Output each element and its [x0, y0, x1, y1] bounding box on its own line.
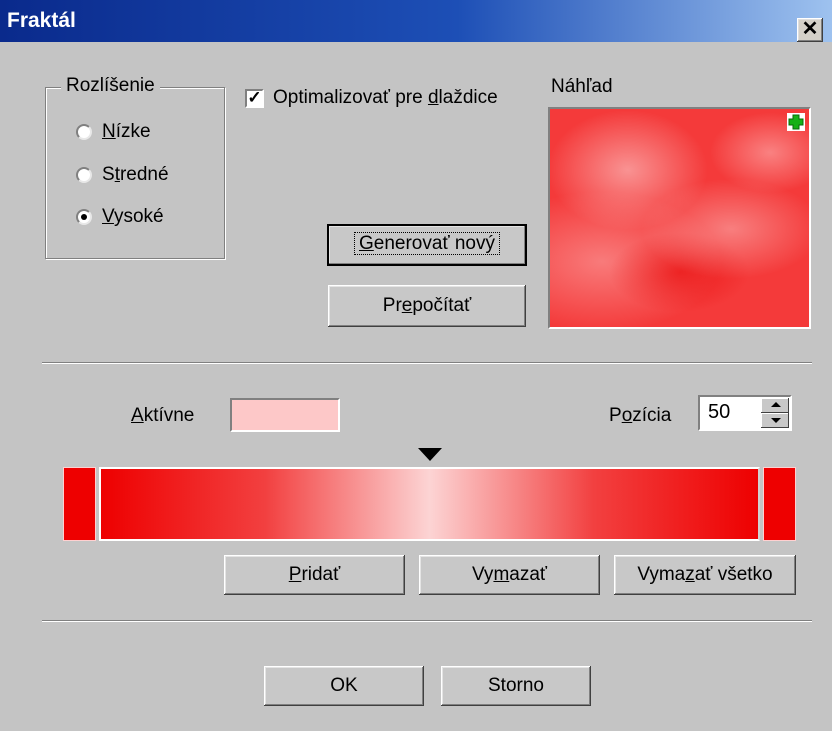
- optimize-tiles-checkbox[interactable]: ✓: [245, 89, 264, 108]
- dialog-title: Fraktál: [7, 9, 76, 32]
- add-label: Pridať: [288, 564, 341, 585]
- radio-high-label: Vysoké: [102, 206, 164, 227]
- gradient-marker-icon[interactable]: [417, 448, 442, 461]
- optimize-tiles-label[interactable]: Optimalizovať pre dlaždice: [273, 87, 498, 109]
- radio-medium-indicator[interactable]: [76, 167, 92, 183]
- gradient-bar[interactable]: [99, 467, 760, 541]
- radio-low-label: Nízke: [102, 121, 151, 142]
- radio-low-indicator[interactable]: [76, 124, 92, 140]
- position-spinbox[interactable]: 50: [698, 395, 792, 431]
- title-bar[interactable]: Fraktál ✕: [0, 0, 832, 42]
- separator-bottom: [42, 620, 812, 622]
- fractal-dialog: Fraktál ✕ Rozlíšenie Nízke Stredné Vysok…: [0, 0, 832, 731]
- radio-medium[interactable]: Stredné: [76, 164, 169, 186]
- delete-all-button[interactable]: Vymazať všetko: [614, 555, 796, 595]
- close-icon: ✕: [801, 18, 819, 40]
- active-label: Aktívne: [131, 405, 195, 426]
- arrow-up-icon: [771, 402, 781, 407]
- arrow-down-icon: [771, 418, 781, 423]
- spin-down-button[interactable]: [761, 413, 789, 428]
- radio-medium-label: Stredné: [102, 164, 169, 185]
- close-button[interactable]: ✕: [797, 18, 823, 42]
- spin-buttons: [761, 398, 789, 428]
- preview-label: Náhľad: [551, 76, 613, 97]
- generate-new-label: Generovať nový: [354, 232, 500, 255]
- add-button[interactable]: Pridať: [224, 555, 405, 595]
- position-label: Pozícia: [609, 405, 672, 426]
- separator-top: [42, 362, 812, 364]
- generate-new-button[interactable]: Generovať nový: [327, 224, 527, 266]
- ok-button[interactable]: OK: [264, 666, 424, 706]
- gradient-start-color[interactable]: [63, 467, 96, 541]
- recalculate-label: Prepočítať: [382, 295, 472, 316]
- radio-low[interactable]: Nízke: [76, 121, 151, 143]
- resolution-legend: Rozlíšenie: [61, 75, 160, 97]
- recalculate-button[interactable]: Prepočítať: [328, 285, 526, 327]
- radio-high[interactable]: Vysoké: [76, 206, 164, 228]
- preview-image: [548, 107, 811, 329]
- delete-button[interactable]: Vymazať: [419, 555, 600, 595]
- delete-label: Vymazať: [471, 564, 548, 585]
- spin-up-button[interactable]: [761, 398, 789, 413]
- position-value[interactable]: 50: [708, 401, 730, 424]
- plus-icon[interactable]: [787, 113, 805, 131]
- active-color-swatch[interactable]: [230, 398, 340, 432]
- radio-high-indicator[interactable]: [76, 209, 92, 225]
- delete-all-label: Vymazať všetko: [637, 564, 773, 585]
- gradient-end-color[interactable]: [763, 467, 796, 541]
- cancel-button[interactable]: Storno: [441, 666, 591, 706]
